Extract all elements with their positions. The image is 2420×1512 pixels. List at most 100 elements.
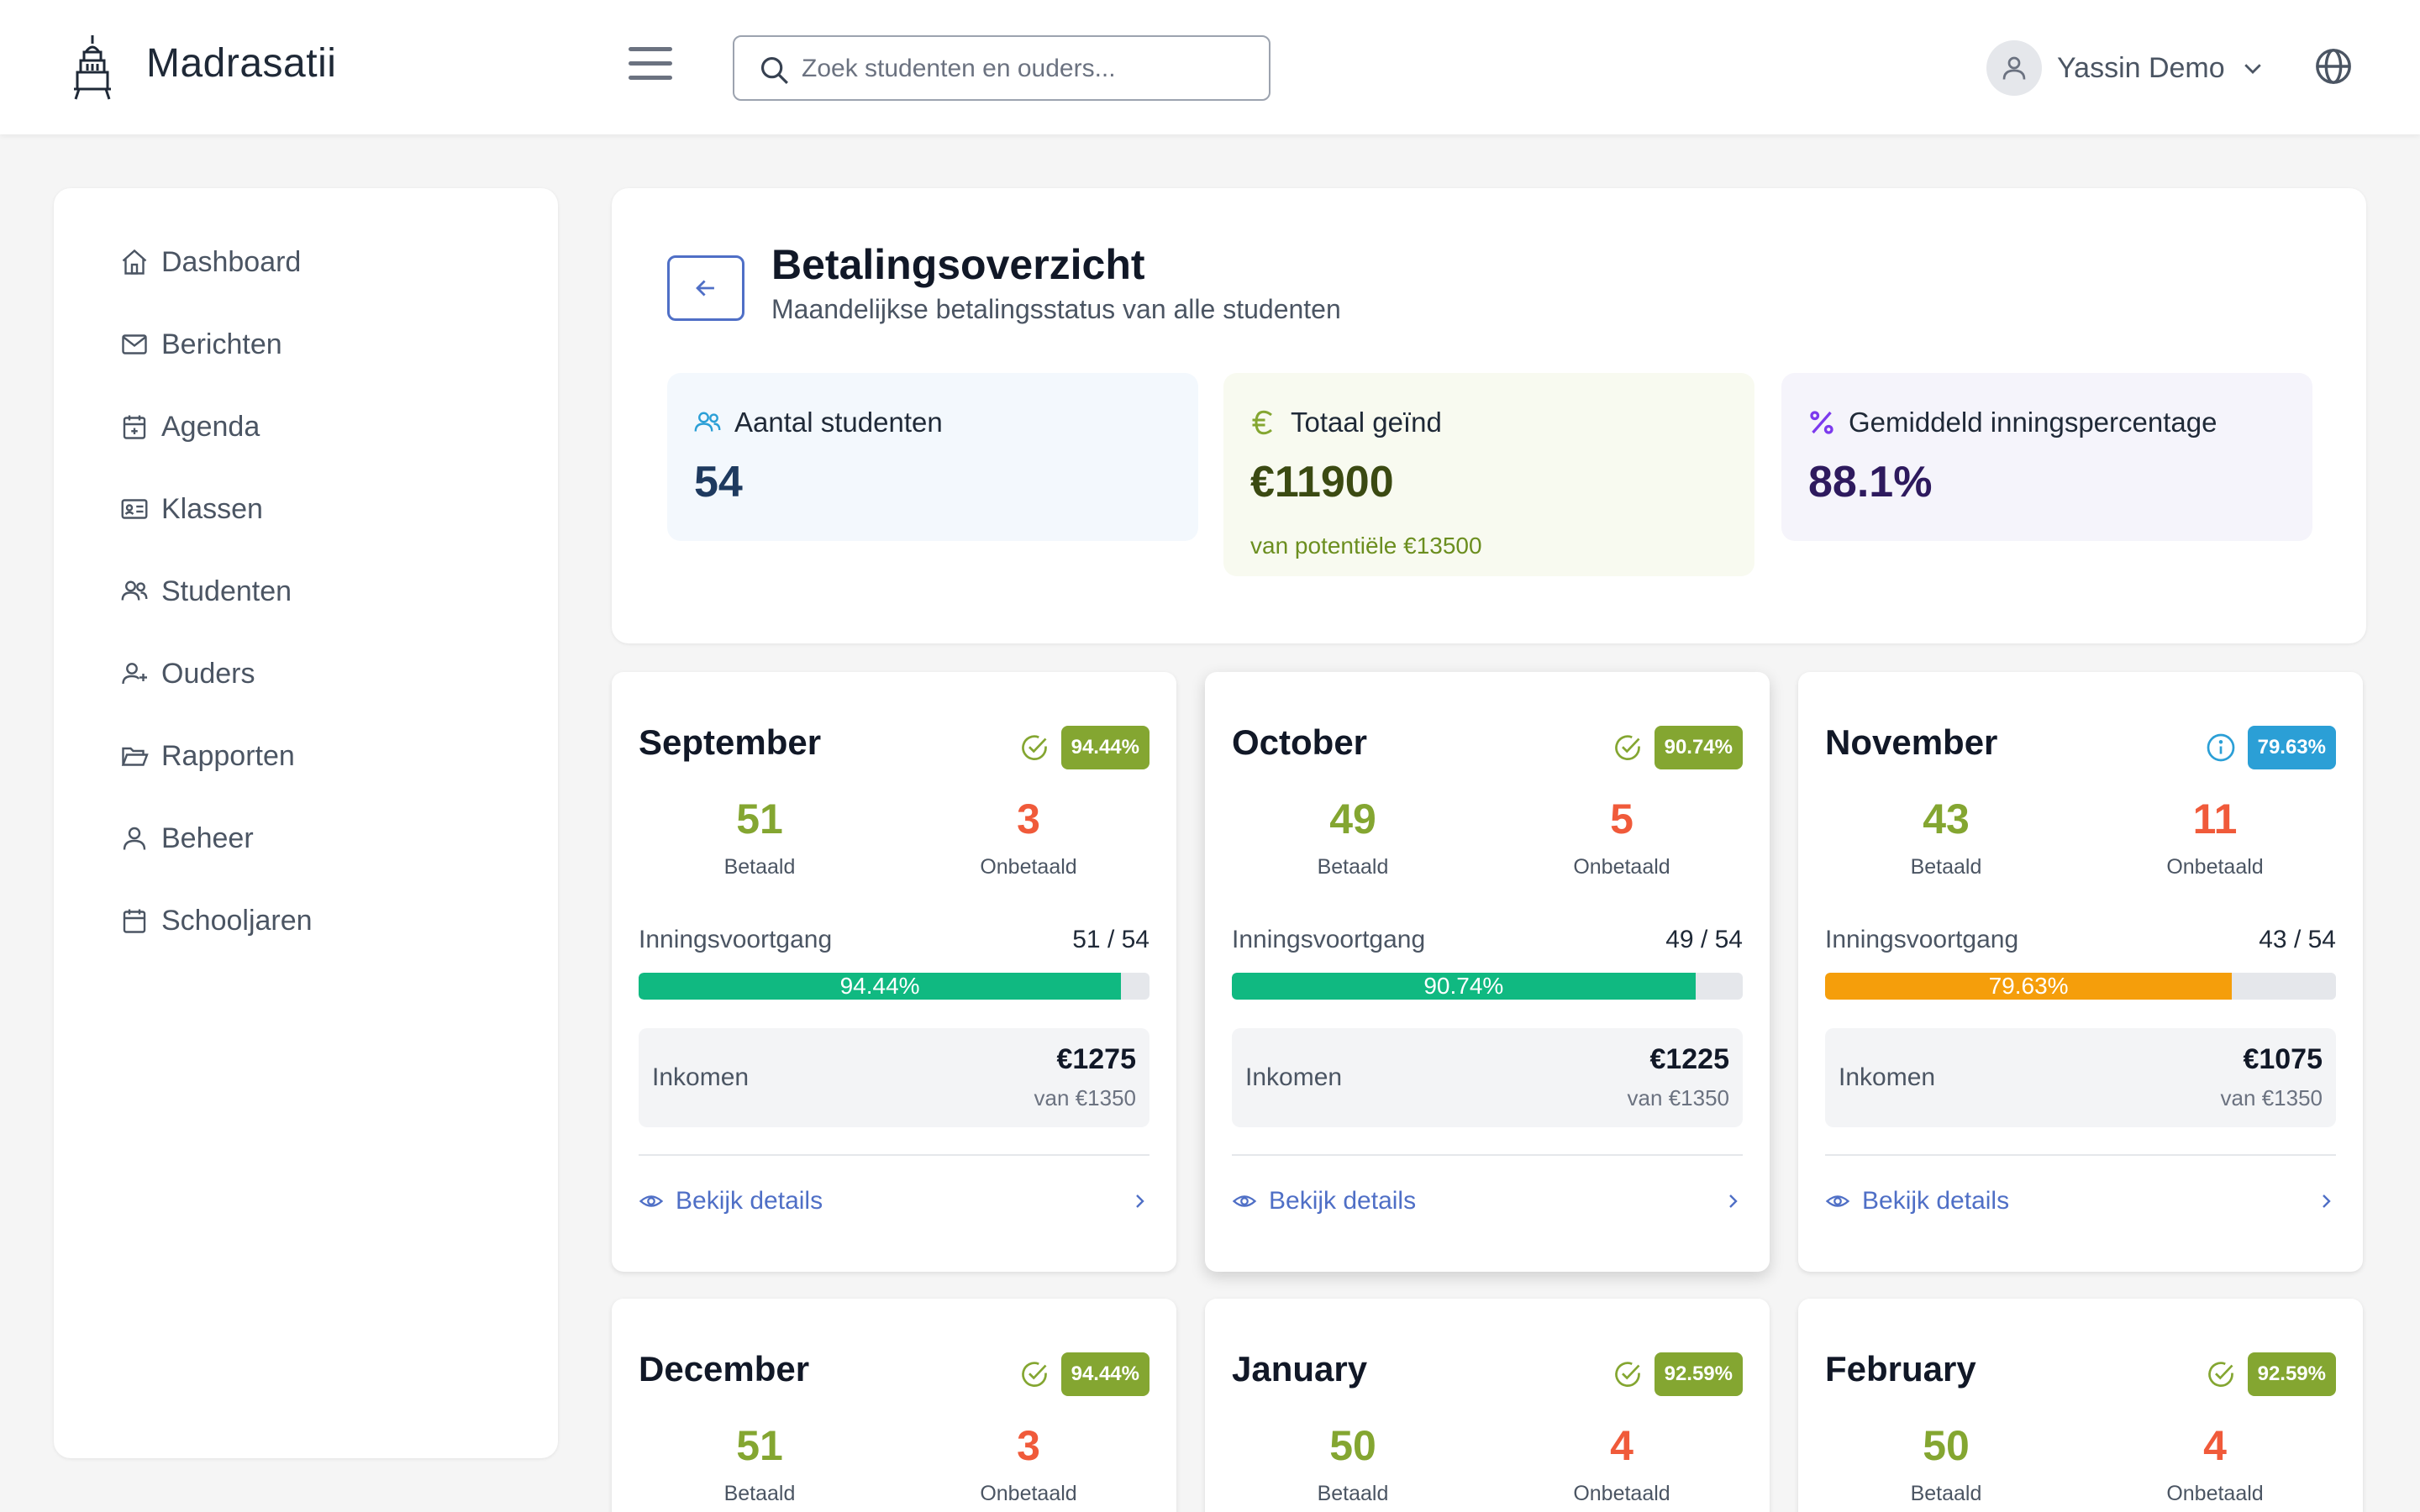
mail-icon (122, 334, 147, 354)
search-input[interactable] (802, 47, 1247, 91)
sidebar: Dashboard Berichten Agenda Klassen Studenten… (54, 188, 558, 1458)
month-status: 94.44% (1019, 726, 1150, 769)
stat-value: 88.1% (1808, 458, 1933, 507)
progress-label: Inningsvoortgang (1232, 926, 1426, 953)
unpaid-label: Onbetaald (980, 1482, 1077, 1505)
sidebar-item-label: Berichten (161, 328, 282, 360)
paid-count: 49 (1329, 795, 1376, 843)
users-icon (121, 580, 148, 601)
month-status: 92.59% (2206, 1352, 2336, 1396)
user-name: Yassin Demo (2057, 51, 2225, 84)
sidebar-item-agenda[interactable]: Agenda (119, 402, 260, 452)
globe-icon[interactable] (2314, 47, 2353, 86)
unpaid-count: 11 (2192, 795, 2238, 843)
divider (639, 1154, 1150, 1156)
unpaid-count: 3 (1017, 795, 1040, 843)
month-name: November (1825, 722, 1998, 762)
paid-label: Betaald (1317, 855, 1389, 879)
paid-label: Betaald (723, 1482, 796, 1505)
divider (1232, 1154, 1743, 1156)
page-subtitle: Maandelijkse betalingsstatus van alle st… (771, 294, 1341, 324)
calendar-icon (123, 909, 146, 933)
check-circle-icon (2207, 1362, 2233, 1387)
sidebar-item-label: Ouders (161, 657, 255, 690)
arrow-left-icon (696, 280, 714, 297)
sidebar-item-ouders[interactable]: Ouders (119, 648, 255, 699)
view-details-link[interactable]: Bekijk details (639, 1183, 1150, 1220)
percentage-badge: 94.44% (1060, 726, 1150, 769)
month-name: January (1232, 1349, 1368, 1389)
income-value: €1225 (1649, 1043, 1729, 1075)
income-value: €1075 (2243, 1043, 2323, 1075)
chevron-right-icon (1136, 1194, 1144, 1208)
view-details-label: Bekijk details (1269, 1187, 1417, 1215)
progress-bar-text: 94.44% (839, 973, 920, 999)
user-plus-icon (122, 663, 147, 685)
income-value: €1275 (1056, 1043, 1136, 1075)
user-menu[interactable]: Yassin Demo (1986, 40, 2265, 96)
income-label: Inkomen (1839, 1063, 1936, 1091)
unpaid-count: 4 (1610, 1422, 1634, 1469)
calendar-plus-icon (123, 415, 146, 439)
stat-card-average-rate: Gemiddeld inningspercentage 88.1% (1781, 373, 2312, 541)
payment-overview-header: Betalingsoverzicht Maandelijkse betaling… (612, 188, 2366, 643)
avatar (1986, 40, 2042, 96)
unpaid-count: 5 (1610, 795, 1634, 843)
income-box: Inkomen €1075 van €1350 (1825, 1028, 2336, 1127)
users-icon (694, 412, 721, 432)
menu-toggle-button[interactable] (629, 47, 672, 84)
hamburger-icon-line (629, 61, 672, 66)
month-name: September (639, 722, 822, 762)
income-label: Inkomen (652, 1063, 750, 1091)
search-box (733, 35, 1270, 101)
progress-count: 51 / 54 (1072, 926, 1150, 953)
percentage-badge: 90.74% (1654, 726, 1743, 769)
month-status: 90.74% (1612, 726, 1743, 769)
progress-bar: 79.63% (1825, 973, 2336, 1000)
income-potential: van €1350 (1627, 1085, 1729, 1110)
sidebar-item-klassen[interactable]: Klassen (119, 484, 263, 534)
percent-icon (1810, 411, 1833, 434)
mosque-logo-icon (74, 35, 111, 100)
stat-value: €11900 (1250, 458, 1394, 507)
sidebar-item-rapporten[interactable]: Rapporten (119, 731, 295, 781)
folder-open-icon (121, 747, 149, 766)
info-icon (2207, 733, 2234, 762)
unpaid-label: Onbetaald (980, 855, 1077, 879)
month-status: 94.44% (1019, 1352, 1150, 1396)
sidebar-item-label: Klassen (161, 492, 263, 525)
euro-icon (1252, 410, 1272, 435)
view-details-label: Bekijk details (676, 1187, 823, 1215)
sidebar-item-berichten[interactable]: Berichten (119, 319, 282, 370)
paid-label: Betaald (1910, 855, 1982, 879)
chevron-down-icon (2244, 64, 2261, 74)
sidebar-item-label: Studenten (161, 575, 292, 607)
brand-name: Madrasatii (146, 41, 337, 86)
hamburger-icon-line (629, 47, 672, 51)
paid-count: 51 (736, 1422, 783, 1469)
sidebar-item-dashboard[interactable]: Dashboard (119, 237, 301, 287)
chevron-right-icon (1729, 1194, 1738, 1208)
progress-count: 49 / 54 (1665, 926, 1743, 953)
user-icon (123, 827, 146, 850)
sidebar-item-schooljaren[interactable]: Schooljaren (119, 895, 313, 946)
stat-label: Aantal studenten (734, 407, 943, 438)
check-circle-icon (1021, 1362, 1047, 1387)
check-circle-icon (1614, 735, 1640, 760)
sidebar-item-beheer[interactable]: Beheer (119, 813, 254, 864)
paid-label: Betaald (723, 855, 796, 879)
sidebar-item-studenten[interactable]: Studenten (119, 566, 292, 617)
progress-bar: 94.44% (639, 973, 1150, 1000)
month-name: February (1825, 1349, 1976, 1389)
income-box: Inkomen €1275 van €1350 (639, 1028, 1150, 1127)
sidebar-item-label: Dashboard (161, 245, 302, 278)
percentage-badge: 94.44% (1060, 1352, 1150, 1396)
view-details-link[interactable]: Bekijk details (1232, 1183, 1743, 1220)
sidebar-item-label: Rapporten (161, 739, 295, 772)
month-card-september: September 94.44% 51 Betaald 3 Onbetaald Inning… (612, 672, 1176, 1272)
view-details-link[interactable]: Bekijk details (1825, 1183, 2336, 1220)
percentage-badge: 92.59% (1654, 1352, 1743, 1396)
back-button[interactable] (667, 255, 744, 321)
percentage-badge: 79.63% (2247, 726, 2336, 769)
home-icon (122, 249, 147, 275)
